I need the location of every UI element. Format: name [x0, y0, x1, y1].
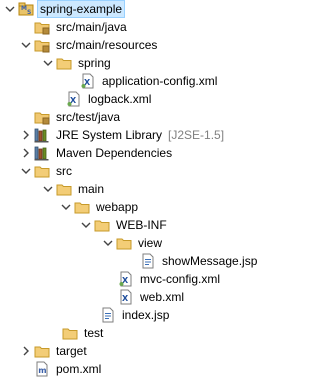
tree-item-src-main-java[interactable]: src/main/java [0, 18, 328, 36]
tree-item-showmessage-jsp[interactable]: showMessage.jsp [0, 252, 328, 270]
package-folder-icon [34, 37, 50, 53]
tree-item-decoration: [J2SE-1.5] [168, 128, 225, 142]
chevron-right-icon[interactable] [20, 344, 32, 358]
tree-item-label: src/main/resources [56, 38, 158, 52]
maven-pom-icon: m [34, 361, 50, 377]
chevron-down-icon[interactable] [42, 56, 54, 70]
tree-item-label: web.xml [140, 290, 185, 304]
tree-item-label: showMessage.jsp [162, 254, 258, 268]
package-folder-icon [34, 19, 50, 35]
xml-file-icon: X [66, 91, 82, 107]
library-icon [34, 127, 50, 143]
tree-item-label: webapp [96, 200, 139, 214]
tree-item-src-test-java[interactable]: src/test/java [0, 108, 328, 126]
tree-item-spring[interactable]: spring [0, 54, 328, 72]
tree-item-spring-example[interactable]: M S spring-example [0, 0, 328, 18]
tree-item-target[interactable]: target [0, 342, 328, 360]
tree-item-src[interactable]: src [0, 162, 328, 180]
chevron-right-icon[interactable] [20, 146, 32, 160]
xml-file-icon: X [118, 271, 134, 287]
tree-item-jre-system-library[interactable]: JRE System Library [J2SE-1.5] [0, 126, 328, 144]
svg-text:S: S [27, 9, 31, 16]
chevron-down-icon[interactable] [4, 2, 16, 16]
tree-item-index-jsp[interactable]: index.jsp [0, 306, 328, 324]
tree-item-label: main [78, 182, 105, 196]
svg-text:m: m [38, 366, 46, 375]
tree-item-src-main-resources[interactable]: src/main/resources [0, 36, 328, 54]
jsp-file-icon [140, 253, 156, 269]
tree-item-web-inf[interactable]: WEB-INF [0, 216, 328, 234]
svg-text:X: X [122, 294, 129, 303]
tree-item-label: application-config.xml [102, 74, 218, 88]
tree-item-logback-xml[interactable]: X logback.xml [0, 90, 328, 108]
tree-item-label: index.jsp [122, 308, 170, 322]
folder-icon [94, 217, 110, 233]
folder-icon [34, 163, 50, 179]
tree-item-label: WEB-INF [116, 218, 167, 232]
tree-item-test[interactable]: test [0, 324, 328, 342]
xml-file-icon: X [80, 73, 96, 89]
tree-item-mvc-config-xml[interactable]: X mvc-config.xml [0, 270, 328, 288]
tree-item-label: mvc-config.xml [140, 272, 221, 286]
maven-project-icon: M S [18, 1, 34, 17]
package-folder-icon [34, 109, 50, 125]
project-explorer-tree: M S spring-example src/main/java src/mai… [0, 0, 328, 383]
tree-item-label: spring-example [36, 0, 126, 18]
chevron-down-icon[interactable] [60, 200, 72, 214]
tree-item-maven-dependencies[interactable]: Maven Dependencies [0, 144, 328, 162]
tree-item-pom-xml[interactable]: m pom.xml [0, 360, 328, 378]
xml-file-icon: X [118, 289, 134, 305]
tree-item-label: Maven Dependencies [56, 146, 173, 160]
chevron-down-icon[interactable] [20, 164, 32, 178]
chevron-right-icon[interactable] [20, 128, 32, 142]
tree-item-label: target [56, 344, 87, 358]
tree-item-label: src/main/java [56, 20, 127, 34]
tree-item-label: logback.xml [88, 92, 152, 106]
tree-item-view[interactable]: view [0, 234, 328, 252]
folder-icon [62, 325, 78, 341]
folder-icon [116, 235, 132, 251]
tree-item-label: JRE System Library [56, 128, 163, 142]
tree-item-web-xml[interactable]: X web.xml [0, 288, 328, 306]
tree-item-main[interactable]: main [0, 180, 328, 198]
folder-icon [56, 55, 72, 71]
tree-item-application-config-xml[interactable]: X application-config.xml [0, 72, 328, 90]
folder-icon [74, 199, 90, 215]
chevron-down-icon[interactable] [80, 218, 92, 232]
tree-item-label: src/test/java [56, 110, 121, 124]
folder-icon [56, 181, 72, 197]
tree-item-label: src [56, 164, 72, 178]
tree-item-label: view [138, 236, 163, 250]
library-icon [34, 145, 50, 161]
tree-item-label: spring [78, 56, 111, 70]
chevron-down-icon[interactable] [102, 236, 114, 250]
chevron-down-icon[interactable] [20, 38, 32, 52]
jsp-file-icon [100, 307, 116, 323]
tree-item-label: test [84, 326, 104, 340]
tree-item-webapp[interactable]: webapp [0, 198, 328, 216]
chevron-down-icon[interactable] [42, 182, 54, 196]
tree-item-label: pom.xml [56, 362, 102, 376]
folder-icon [34, 343, 50, 359]
